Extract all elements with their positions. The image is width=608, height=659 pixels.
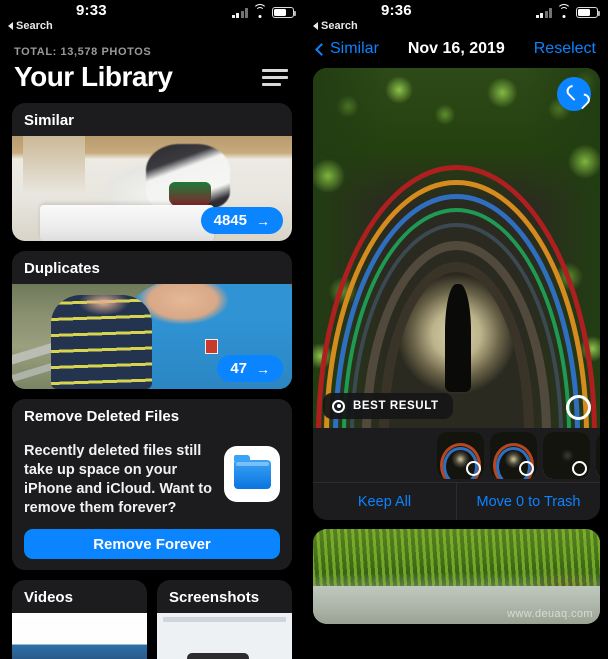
thumbnail-4[interactable] xyxy=(596,432,600,479)
best-result-label: BEST RESULT xyxy=(353,400,439,412)
battery-icon xyxy=(576,7,600,18)
hero-photo[interactable]: BEST RESULT xyxy=(313,68,600,428)
thumbnail-1[interactable] xyxy=(437,432,484,479)
card-title-remove-deleted: Remove Deleted Files xyxy=(24,408,180,425)
selection-circle-icon[interactable] xyxy=(466,461,481,476)
hamburger-icon[interactable] xyxy=(262,68,288,86)
arrow-right-icon: → xyxy=(256,360,270,377)
back-button-label: Similar xyxy=(330,40,379,57)
duplicates-count: 47 xyxy=(230,360,247,377)
wifi-icon xyxy=(253,4,267,18)
nav-title-date: Nov 16, 2019 xyxy=(407,40,505,57)
page-title: Your Library xyxy=(14,61,173,92)
selection-circle-icon[interactable] xyxy=(566,395,591,420)
status-back-label: Search xyxy=(16,20,53,32)
status-back-label: Search xyxy=(321,20,358,32)
left-phone-screen: 9:33 Search TOTAL: 13,578 PHOTOS Your Li… xyxy=(0,0,304,659)
status-indicators xyxy=(535,4,600,18)
library-header: Your Library xyxy=(0,58,304,93)
status-back-to-search[interactable]: Search xyxy=(313,20,358,32)
card-title-duplicates: Duplicates xyxy=(24,260,100,277)
similar-count: 4845 xyxy=(213,212,247,229)
right-phone-screen: 9:36 Search Similar Nov 16, 2019 Reselec… xyxy=(304,0,608,659)
card-title-similar: Similar xyxy=(24,112,75,129)
duplicates-count-pill[interactable]: 47 → xyxy=(217,355,283,382)
heart-icon xyxy=(567,87,582,101)
similar-count-pill[interactable]: 4845 → xyxy=(200,207,283,234)
watermark: www.deuaq.com xyxy=(507,608,593,620)
back-triangle-icon xyxy=(8,22,13,30)
library-total-label: TOTAL: 13,578 PHOTOS xyxy=(14,46,152,58)
keep-all-button[interactable]: Keep All xyxy=(313,483,456,520)
reselect-button[interactable]: Reselect xyxy=(534,40,596,58)
target-icon xyxy=(332,399,345,413)
library-cards: Similar 4845 → Duplicates 47 → Remove De… xyxy=(0,93,304,659)
cellular-icon xyxy=(535,7,552,18)
status-time: 9:36 xyxy=(381,2,412,19)
card-videos[interactable]: Videos xyxy=(12,580,147,659)
thumbnail-strip[interactable] xyxy=(313,428,600,482)
card-photo-duplicates: 47 → xyxy=(12,284,292,389)
cellular-icon xyxy=(231,7,248,18)
battery-icon xyxy=(272,7,296,18)
card-similar[interactable]: Similar 4845 → xyxy=(12,103,292,241)
status-back-to-search[interactable]: Search xyxy=(8,20,53,32)
bottom-card-row: Videos Screenshots xyxy=(12,580,292,659)
selection-circle-icon[interactable] xyxy=(572,461,587,476)
navigation-bar: Similar Nov 16, 2019 Reselect xyxy=(305,38,608,68)
remove-deleted-description: Recently deleted files still take up spa… xyxy=(24,443,212,516)
thumbnail-2[interactable] xyxy=(490,432,537,479)
back-triangle-icon xyxy=(313,22,318,30)
arrow-right-icon: → xyxy=(256,212,270,229)
card-photo-screenshots xyxy=(157,613,292,659)
left-status-bar: 9:33 Search xyxy=(0,0,304,38)
next-result-card[interactable]: www.deuaq.com xyxy=(313,529,600,624)
card-title-screenshots: Screenshots xyxy=(169,589,260,606)
favorite-button[interactable] xyxy=(557,77,591,111)
card-photo-videos xyxy=(12,613,147,659)
thumbnail-3[interactable] xyxy=(543,432,590,479)
card-title-videos: Videos xyxy=(24,589,73,606)
back-button-similar[interactable]: Similar xyxy=(315,40,379,58)
folder-icon xyxy=(224,446,280,502)
status-indicators xyxy=(231,4,296,18)
wifi-icon xyxy=(557,4,571,18)
move-to-trash-button[interactable]: Move 0 to Trash xyxy=(457,483,600,520)
best-result-badge: BEST RESULT xyxy=(323,393,453,419)
status-time: 9:33 xyxy=(76,2,107,19)
card-screenshots[interactable]: Screenshots xyxy=(157,580,292,659)
remove-deleted-body: Recently deleted files still take up spa… xyxy=(12,432,292,570)
card-duplicates[interactable]: Duplicates 47 → xyxy=(12,251,292,389)
card-remove-deleted-files: Remove Deleted Files Recently deleted fi… xyxy=(12,399,292,570)
right-status-bar: 9:36 Search xyxy=(305,0,608,38)
card-photo-similar: 4845 → xyxy=(12,136,292,241)
chevron-left-icon xyxy=(315,42,328,56)
result-actions: Keep All Move 0 to Trash xyxy=(313,482,600,520)
selection-circle-icon[interactable] xyxy=(519,461,534,476)
dual-screenshot-container: 9:33 Search TOTAL: 13,578 PHOTOS Your Li… xyxy=(0,0,608,659)
result-group-card: BEST RESULT Keep All Move 0 to Trash xyxy=(313,68,600,520)
remove-forever-button[interactable]: Remove Forever xyxy=(24,529,280,559)
